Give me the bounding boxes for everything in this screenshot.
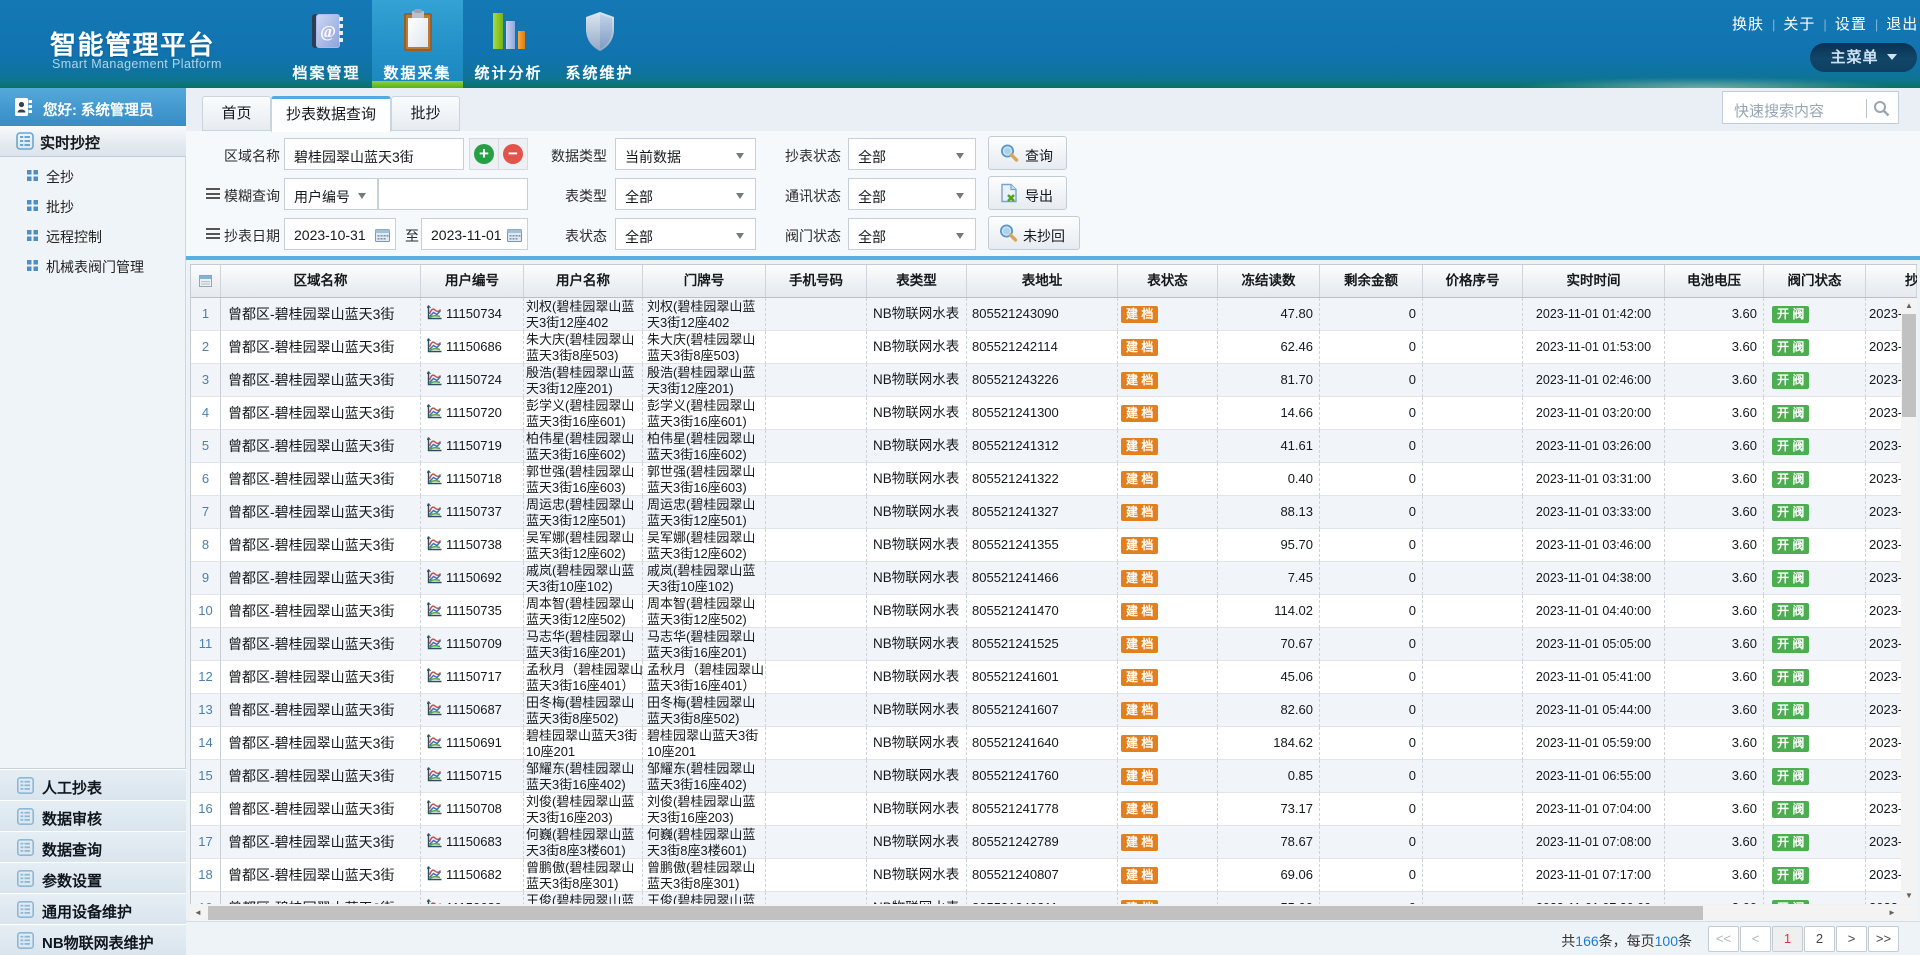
- svg-text:@: @: [320, 22, 336, 41]
